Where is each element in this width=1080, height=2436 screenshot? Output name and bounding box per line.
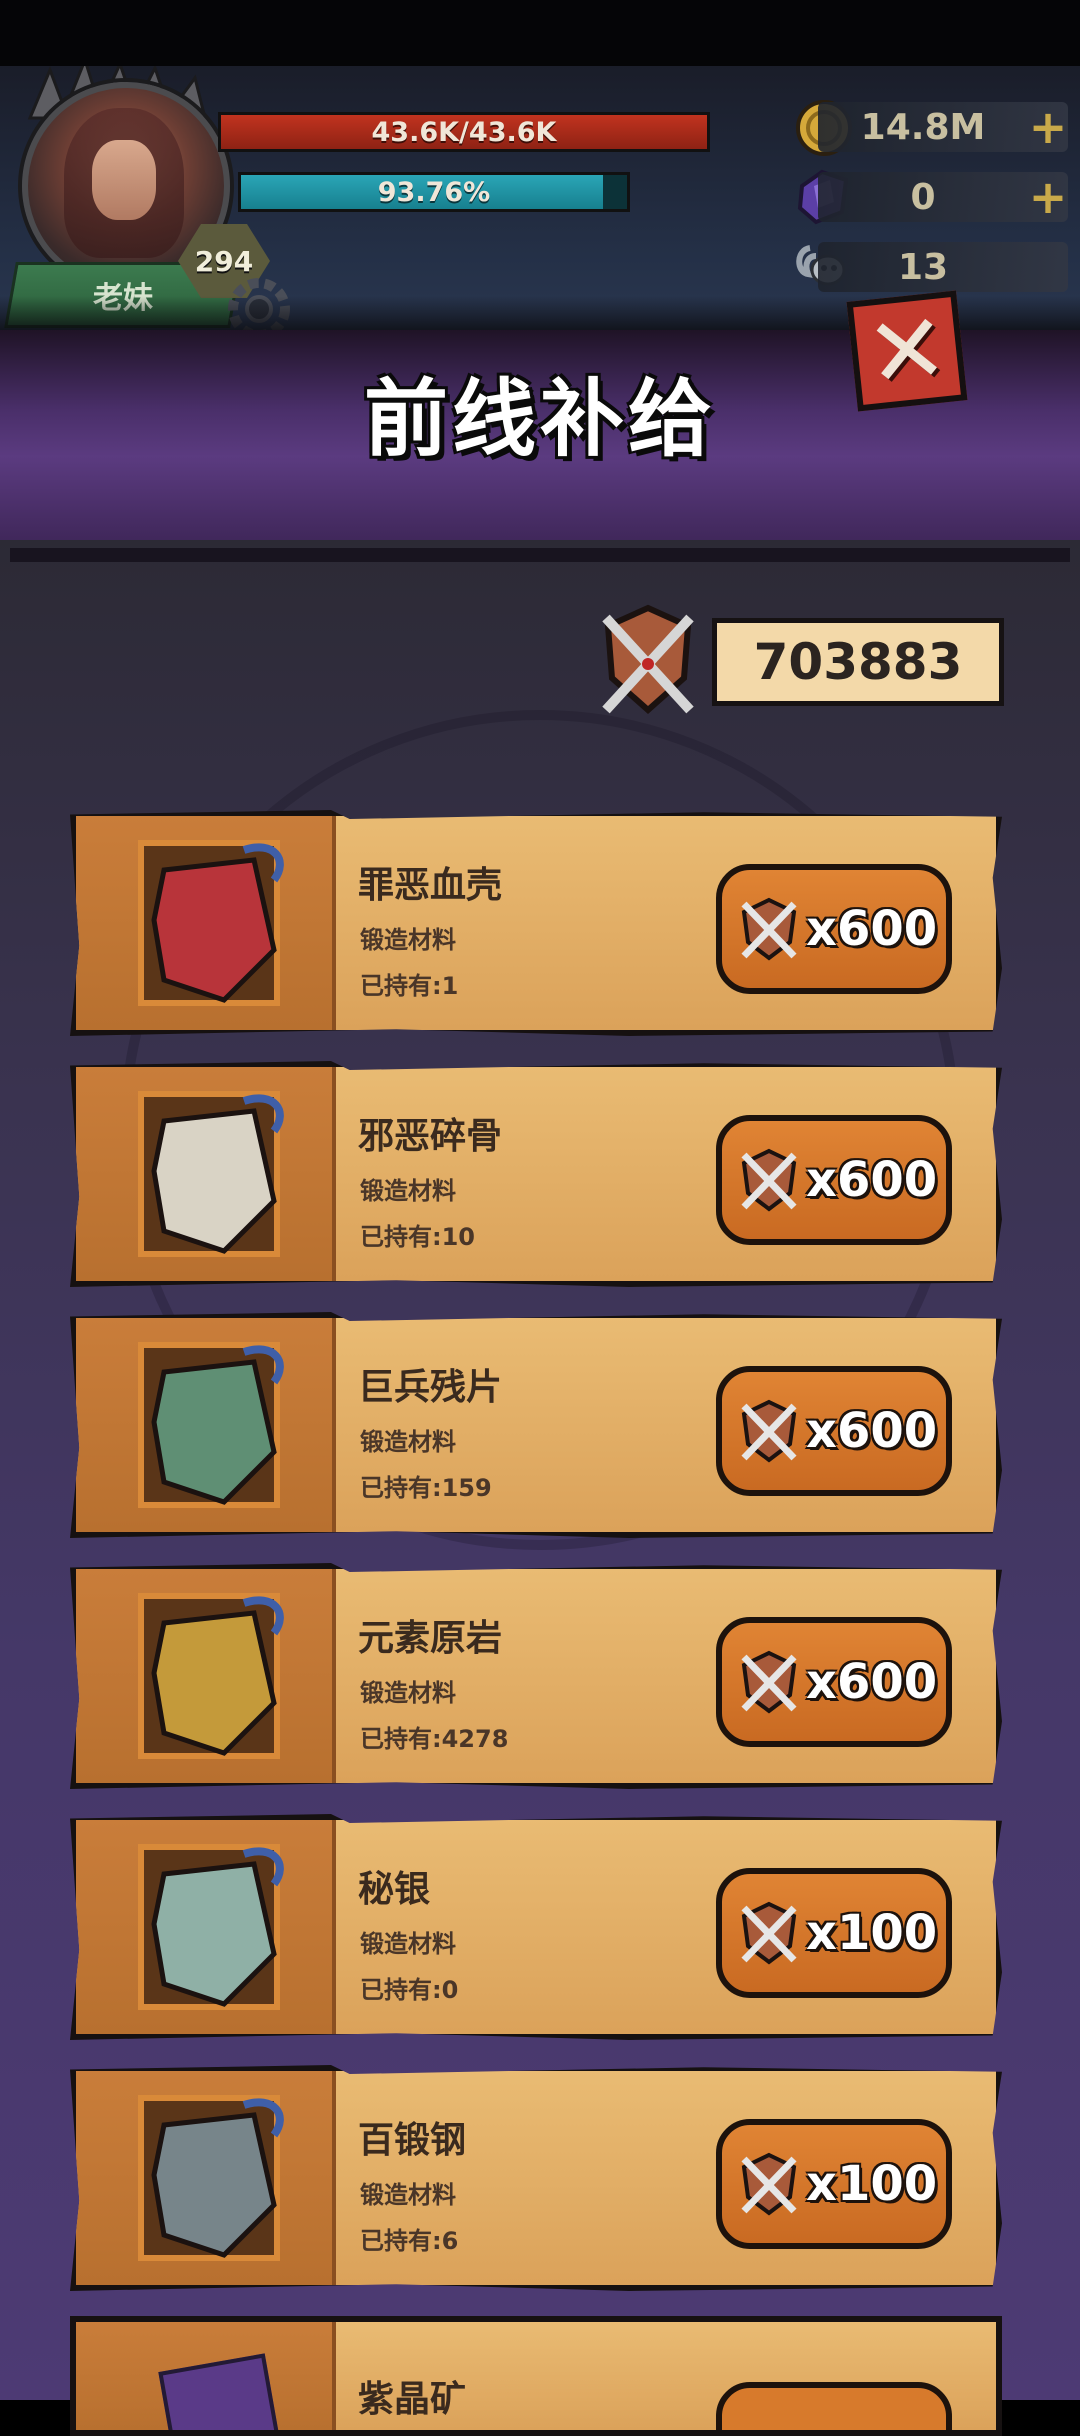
settings-gear-icon[interactable]	[214, 264, 304, 336]
list-item: 百锻钢锻造材料已持有:6 x100	[70, 2065, 1002, 2291]
xp-text: 93.76%	[377, 176, 491, 208]
currency-amount-box: 703883	[712, 618, 1004, 706]
item-name: 紫晶矿	[358, 2379, 467, 2420]
item-owned-count: 已持有:10	[360, 1223, 475, 1251]
crossed-swords-shield-icon	[602, 604, 694, 715]
element-rock-icon	[151, 1596, 284, 1756]
item-shape	[151, 857, 277, 1003]
item-shape	[151, 2112, 277, 2258]
list-item: 巨兵残片锻造材料已持有:159 x600	[70, 1312, 1002, 1538]
red-shell-icon	[151, 843, 284, 1003]
steel-ingot-icon	[151, 2098, 284, 2258]
gold-amount: 14.8M	[860, 106, 986, 148]
item-owned-count: 已持有:6	[360, 2227, 459, 2255]
item-shape	[151, 1108, 277, 1254]
item-icon-frame[interactable]	[138, 1342, 284, 1508]
status-bar-area	[0, 0, 1080, 66]
item-icon-frame[interactable]	[138, 1091, 284, 1257]
item-type: 锻造材料	[360, 1679, 456, 1707]
key-resource: 13 +	[818, 242, 1068, 292]
buy-button[interactable]: x100	[716, 1868, 952, 1998]
close-icon: ✕	[861, 291, 953, 411]
price-label: x600	[806, 1403, 938, 1459]
buy-button[interactable]	[716, 2382, 952, 2430]
add-gems-button[interactable]: +	[1028, 174, 1068, 220]
item-icon-frame[interactable]	[138, 1844, 284, 2010]
price-label: x600	[806, 1654, 938, 1710]
item-name: 秘银	[358, 1869, 431, 1910]
item-owned-count: 已持有:4278	[360, 1725, 509, 1753]
price-label: x100	[806, 1905, 938, 1961]
crossed-swords-shield-icon	[741, 2152, 797, 2216]
item-name: 巨兵残片	[358, 1367, 503, 1408]
list-item: 秘银锻造材料已持有:0 x100	[70, 1814, 1002, 2040]
item-name: 元素原岩	[358, 1618, 503, 1659]
crossed-swords-shield-icon	[741, 1399, 797, 1463]
buy-button[interactable]: x600	[716, 864, 952, 994]
item-icon-frame[interactable]	[138, 840, 284, 1006]
buy-button[interactable]: x600	[716, 1617, 952, 1747]
item-name: 邪恶碎骨	[358, 1116, 503, 1157]
item-shape	[151, 1861, 277, 2007]
add-gold-button[interactable]: +	[1028, 104, 1068, 150]
item-shape	[151, 1610, 277, 1756]
buy-button[interactable]: x100	[716, 2119, 952, 2249]
item-name: 罪恶血壳	[358, 865, 503, 906]
item-owned-count: 已持有:1	[360, 972, 459, 1000]
buy-button[interactable]: x600	[716, 1366, 952, 1496]
item-name: 百锻钢	[358, 2120, 467, 2161]
hp-text: 43.6K/43.6K	[371, 116, 557, 148]
mithril-ingot-icon	[151, 1847, 284, 2007]
list-item: 罪恶血壳锻造材料已持有:1 x600	[70, 810, 1002, 1036]
hp-bar: 43.6K/43.6K	[218, 112, 710, 152]
item-type: 锻造材料	[360, 1930, 456, 1958]
item-type: 锻造材料	[360, 2181, 456, 2209]
crossed-swords-shield-icon	[741, 897, 797, 961]
item-shape	[151, 1359, 277, 1505]
price-label: x600	[806, 1152, 938, 1208]
list-item: 元素原岩锻造材料已持有:4278 x600	[70, 1563, 1002, 1789]
item-owned-count: 已持有:0	[360, 1976, 459, 2004]
close-button[interactable]: ✕	[846, 290, 968, 412]
buy-button[interactable]: x600	[716, 1115, 952, 1245]
price-label: x600	[806, 901, 938, 957]
currency-amount: 703883	[753, 633, 963, 691]
gem-resource: 0 +	[818, 172, 1068, 222]
item-icon-frame[interactable]	[138, 2095, 284, 2261]
key-amount: 13	[897, 246, 949, 288]
player-name: 老妹	[93, 281, 153, 316]
item-owned-count: 已持有:159	[360, 1474, 492, 1502]
bone-icon	[151, 1094, 284, 1254]
crossed-swords-shield-icon	[741, 1650, 797, 1714]
item-type: 锻造材料	[360, 926, 456, 954]
green-shard-icon	[151, 1345, 284, 1505]
gem-amount: 0	[910, 176, 936, 218]
price-label: x100	[806, 2156, 938, 2212]
crossed-swords-shield-icon	[741, 1148, 797, 1212]
list-item: 邪恶碎骨锻造材料已持有:10 x600	[70, 1061, 1002, 1287]
crossed-swords-shield-icon	[741, 1901, 797, 1965]
item-type: 锻造材料	[360, 1177, 456, 1205]
item-type: 锻造材料	[360, 1428, 456, 1456]
item-icon-frame[interactable]	[138, 1593, 284, 1759]
gold-resource: 14.8M +	[818, 102, 1068, 152]
xp-bar: 93.76%	[238, 172, 630, 212]
purple-ore-icon	[158, 2353, 282, 2430]
list-item: 紫晶矿	[70, 2316, 1002, 2436]
